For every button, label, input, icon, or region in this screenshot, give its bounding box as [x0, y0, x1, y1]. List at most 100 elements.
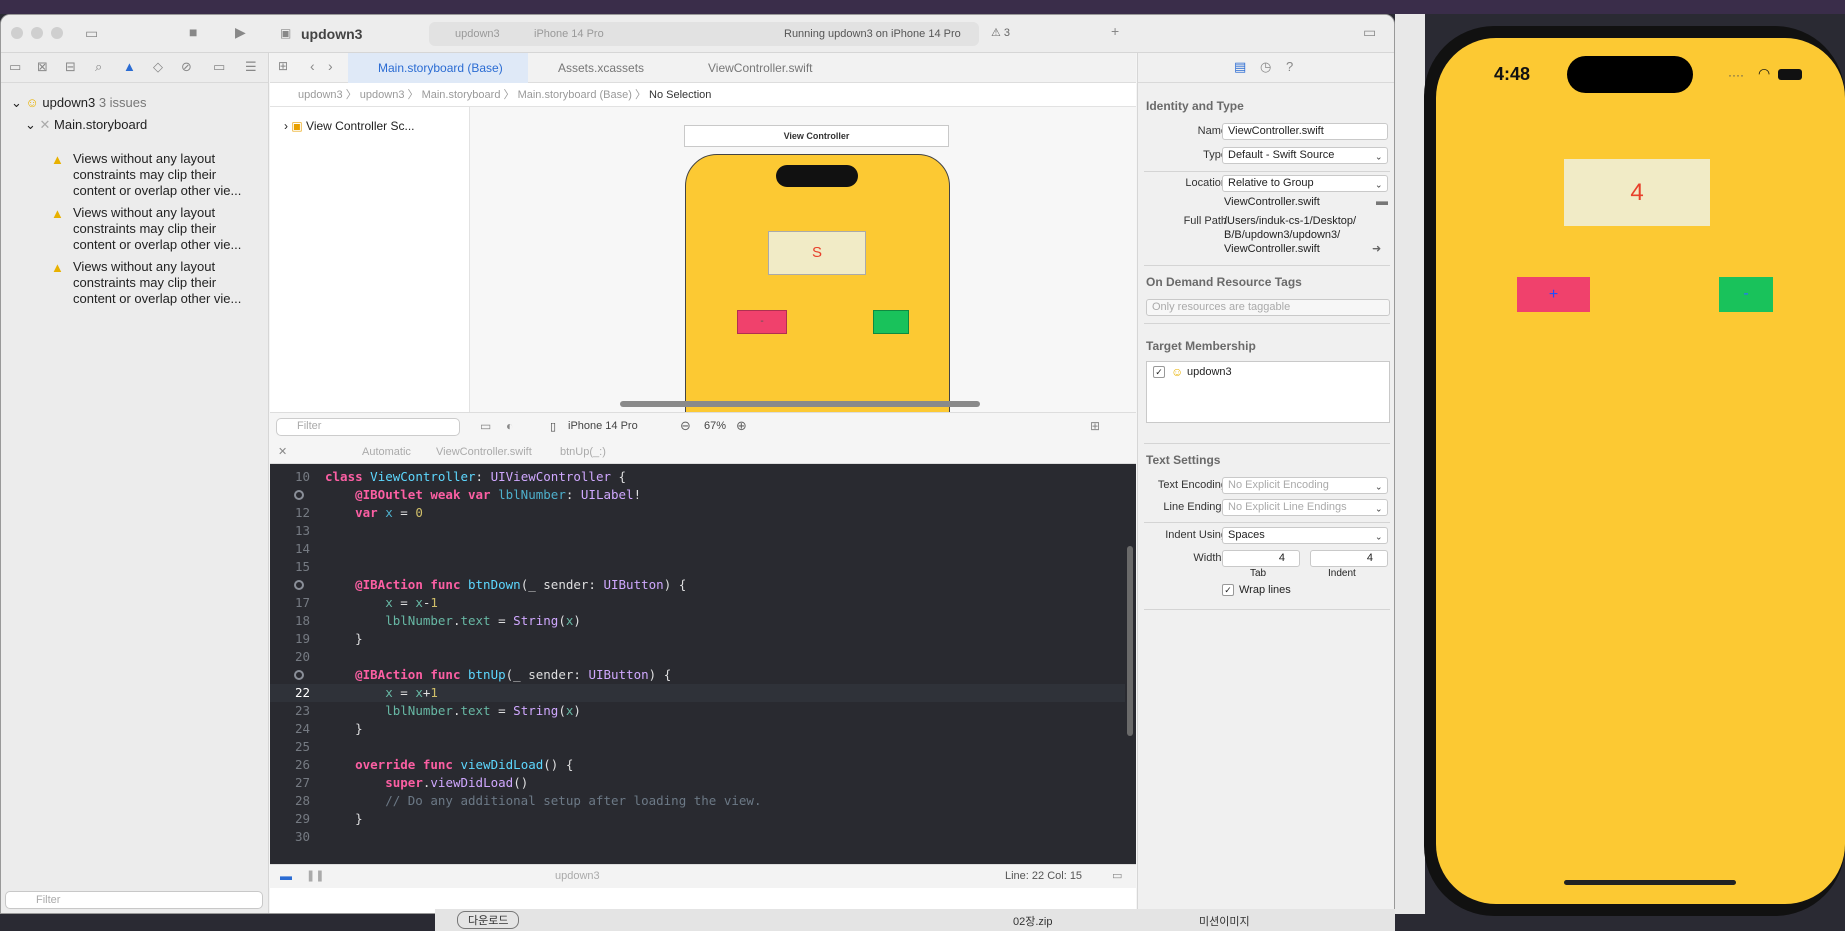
- issue-item[interactable]: Views without any layout constraints may…: [73, 151, 258, 199]
- sidebar-toggle-icon[interactable]: ▭: [85, 25, 98, 42]
- inspector-toggle-icon[interactable]: ▭: [1363, 24, 1376, 41]
- add-icon[interactable]: +: [1111, 23, 1119, 39]
- issue-item[interactable]: Views without any layout constraints may…: [73, 205, 258, 253]
- odr-tags-field[interactable]: Only resources are taggable: [1146, 299, 1390, 316]
- canvas-scrollbar[interactable]: [620, 401, 980, 407]
- close-editor-icon[interactable]: ✕: [278, 440, 287, 464]
- code-line: 19 }: [270, 630, 1125, 648]
- tab-main-storyboard[interactable]: Main.storyboard (Base): [348, 53, 528, 83]
- action-connection-icon[interactable]: [294, 670, 304, 680]
- encoding-select[interactable]: No Explicit Encoding: [1222, 477, 1388, 494]
- indent-width-stepper[interactable]: 4: [1310, 550, 1388, 567]
- destination-device[interactable]: iPhone 14 Pro: [534, 22, 604, 46]
- minus-button[interactable]: -: [1719, 277, 1773, 312]
- breadcrumb-item[interactable]: ViewController.swift: [436, 440, 532, 464]
- action-connection-icon[interactable]: [294, 580, 304, 590]
- line-endings-select[interactable]: No Explicit Line Endings: [1222, 499, 1388, 516]
- warning-count[interactable]: ⚠ 3: [991, 26, 1010, 39]
- storyboard-canvas[interactable]: View Controller S -: [470, 107, 1136, 412]
- issue-navigator-icon[interactable]: ▲: [123, 59, 136, 74]
- breadcrumb-item[interactable]: updown3: [360, 89, 405, 101]
- scene-title[interactable]: View Controller: [684, 125, 949, 147]
- code-scrollbar[interactable]: [1127, 546, 1133, 736]
- stop-icon[interactable]: ■: [189, 24, 197, 40]
- activity-view[interactable]: updown3 iPhone 14 Pro Running updown3 on…: [429, 22, 979, 46]
- tab-viewcontroller[interactable]: ViewController.swift: [678, 53, 848, 83]
- zoom-button[interactable]: [51, 27, 63, 39]
- down-button[interactable]: -: [737, 310, 787, 334]
- forward-icon[interactable]: ›: [328, 58, 333, 74]
- fullpath-line: /Users/induk-cs-1/Desktop/: [1224, 215, 1357, 227]
- console-toggle-icon[interactable]: ▬: [280, 869, 292, 883]
- storyboard-row[interactable]: ⌄ ✕ Main.storyboard: [25, 117, 147, 133]
- device-selector[interactable]: iPhone 14 Pro: [568, 420, 638, 432]
- outlet-connection-icon[interactable]: [294, 490, 304, 500]
- outline-toggle-icon[interactable]: ▭: [480, 419, 491, 433]
- run-status: Running updown3 on iPhone 14 Pro: [784, 28, 961, 40]
- outline-filter-input[interactable]: Filter: [276, 418, 460, 436]
- tab-assets[interactable]: Assets.xcassets: [528, 53, 678, 83]
- report-icon[interactable]: ☰: [245, 59, 257, 75]
- breadcrumb-item[interactable]: updown3: [298, 89, 343, 101]
- folder-icon[interactable]: ▭: [9, 59, 21, 75]
- up-button[interactable]: [873, 310, 909, 334]
- line-number: 26: [294, 757, 310, 772]
- file-inspector-icon[interactable]: ▤: [1234, 59, 1246, 75]
- panel-toggle-icon[interactable]: ▭: [1112, 869, 1122, 882]
- symbol-icon[interactable]: ⊟: [65, 59, 76, 75]
- line-number: 14: [294, 541, 310, 556]
- type-select[interactable]: Default - Swift Source: [1222, 147, 1388, 164]
- issue-item[interactable]: Views without any layout constraints may…: [73, 259, 258, 307]
- project-row[interactable]: ⌄ ☺ updown3 3 issues: [11, 95, 147, 111]
- pause-icon[interactable]: ❚❚: [306, 869, 324, 882]
- breadcrumb-item[interactable]: Main.storyboard: [422, 89, 501, 101]
- breadcrumb-item[interactable]: btnUp(_:): [560, 440, 606, 464]
- code-text: @IBAction func btnDown(_ sender: UIButto…: [355, 577, 687, 592]
- constraints-icon[interactable]: ⊞: [1090, 419, 1100, 433]
- back-icon[interactable]: ‹: [310, 58, 315, 74]
- help-icon[interactable]: ?: [1286, 59, 1293, 74]
- number-label[interactable]: S: [768, 231, 866, 275]
- simulator-screen[interactable]: 4:48 ···· ◠ 4 + -: [1436, 38, 1845, 904]
- navigator-filter-input[interactable]: Filter: [5, 891, 263, 909]
- breakpoint-icon[interactable]: ▭: [213, 59, 225, 75]
- name-field[interactable]: ViewController.swift: [1222, 123, 1388, 140]
- search-icon[interactable]: ⌕: [95, 59, 102, 75]
- finder-file[interactable]: 02장.zip: [1013, 913, 1052, 929]
- wrap-lines-checkbox[interactable]: ✓: [1222, 584, 1234, 596]
- scene-device[interactable]: S -: [685, 154, 950, 412]
- history-icon[interactable]: ◷: [1260, 59, 1271, 75]
- scheme-name[interactable]: updown3: [455, 22, 500, 46]
- target-list: ✓ ☺ updown3: [1146, 361, 1390, 423]
- outline-scene[interactable]: › ▣ View Controller Sc...: [284, 119, 415, 133]
- close-button[interactable]: [11, 27, 23, 39]
- debug-icon[interactable]: ⊘: [181, 59, 192, 75]
- warning-icon: ▲: [51, 206, 64, 221]
- line-number: 30: [294, 829, 310, 844]
- reveal-arrow-icon[interactable]: ➜: [1372, 242, 1381, 255]
- tab-width-stepper[interactable]: 4: [1222, 550, 1300, 567]
- home-indicator[interactable]: [1564, 880, 1736, 885]
- xcode-window: ▭ ■ ▶ ▣ updown3 updown3 iPhone 14 Pro Ru…: [0, 14, 1395, 914]
- location-select[interactable]: Relative to Group: [1222, 175, 1388, 192]
- code-editor[interactable]: 10 class ViewController: UIViewController…: [270, 464, 1136, 864]
- download-button[interactable]: 다운로드: [457, 911, 520, 929]
- run-icon[interactable]: ▶: [235, 24, 246, 41]
- source-control-icon[interactable]: ⊠: [37, 59, 48, 75]
- zoom-in-icon[interactable]: ⊕: [736, 418, 747, 434]
- breadcrumb-item[interactable]: Main.storyboard (Base): [518, 89, 632, 101]
- folder-icon[interactable]: ▬: [1376, 194, 1388, 208]
- test-icon[interactable]: ◇: [153, 59, 163, 75]
- code-text: x = x-1: [385, 595, 438, 610]
- appearance-icon[interactable]: ◐: [506, 419, 513, 433]
- breadcrumb-item[interactable]: Automatic: [362, 440, 411, 464]
- minimize-button[interactable]: [31, 27, 43, 39]
- zoom-out-icon[interactable]: ⊖: [680, 418, 691, 434]
- grid-icon[interactable]: ⊞: [278, 59, 288, 73]
- finder-folder[interactable]: 미션이미지: [1199, 913, 1250, 929]
- dynamic-island: [776, 165, 858, 187]
- indent-using-select[interactable]: Spaces: [1222, 527, 1388, 544]
- plus-button[interactable]: +: [1517, 277, 1590, 312]
- breadcrumb-item[interactable]: No Selection: [649, 89, 711, 101]
- target-checkbox[interactable]: ✓: [1153, 366, 1165, 378]
